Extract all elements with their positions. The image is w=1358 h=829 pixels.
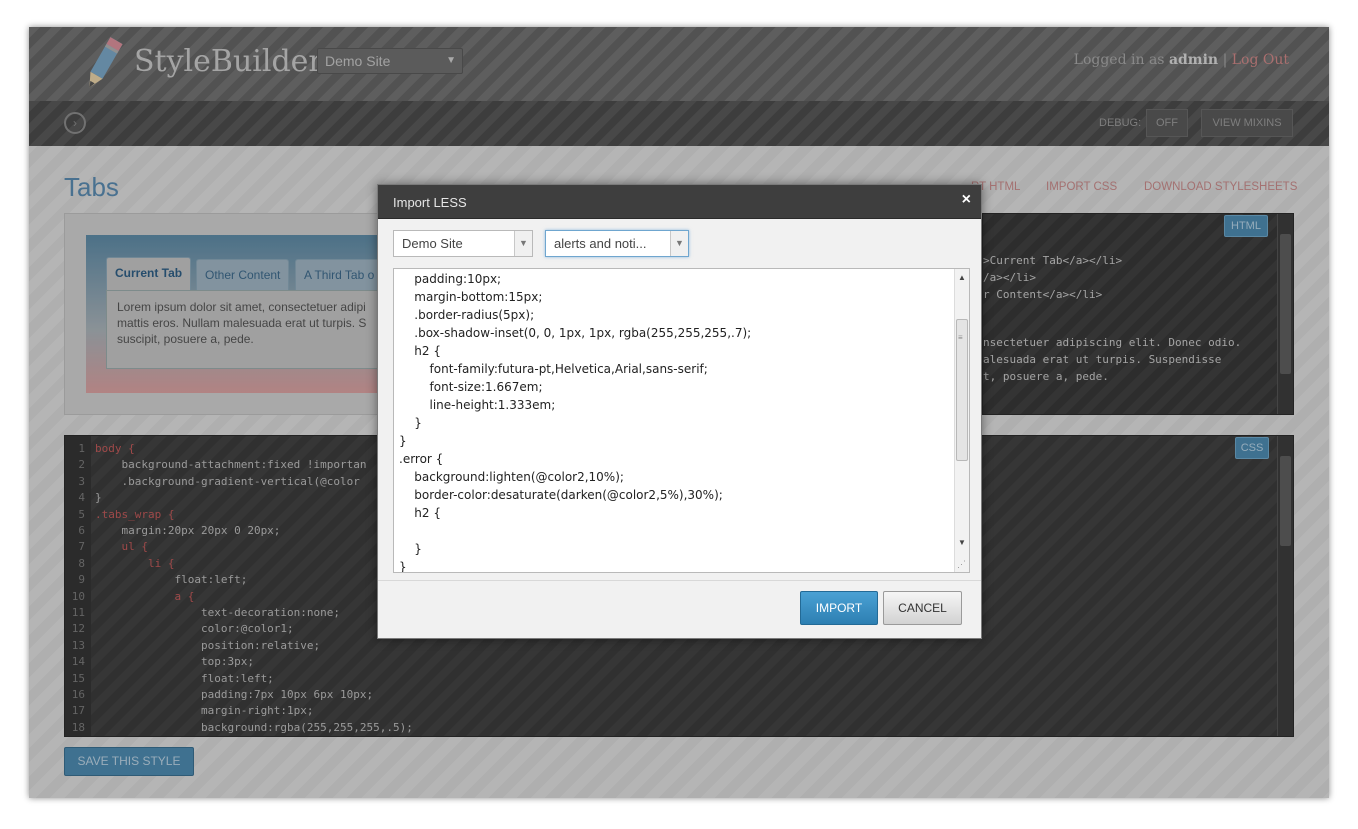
dialog-title: Import LESS <box>393 195 467 210</box>
chevron-down-icon: ▼ <box>514 231 532 256</box>
chevron-down-icon: ▼ <box>670 231 688 256</box>
less-code-line: line-height:1.333em; <box>399 398 556 412</box>
site-dropdown-value: Demo Site <box>402 236 463 251</box>
less-code-line: margin-bottom:15px; <box>399 290 543 304</box>
textarea-scrollbar[interactable]: ▲ ≡ ▼ <box>954 269 969 572</box>
dialog-divider <box>378 580 981 581</box>
less-code-line: } <box>399 434 407 448</box>
scroll-down-icon[interactable]: ▼ <box>955 536 969 550</box>
dialog-header: Import LESS × <box>378 185 981 219</box>
less-code-line: } <box>399 560 407 573</box>
close-icon[interactable]: × <box>962 191 971 209</box>
less-code-line: border-color:desaturate(darken(@color2,5… <box>399 488 723 502</box>
less-code-line: h2 { <box>399 344 441 358</box>
file-dropdown-value: alerts and noti... <box>554 236 647 251</box>
less-code-textarea[interactable]: padding:10px; margin-bottom:15px; .borde… <box>393 268 970 573</box>
less-code-line: font-family:futura-pt,Helvetica,Arial,sa… <box>399 362 708 376</box>
site-dropdown[interactable]: Demo Site ▼ <box>393 230 533 257</box>
import-less-dialog: Import LESS × Demo Site ▼ alerts and not… <box>377 184 982 639</box>
less-code-line: font-size:1.667em; <box>399 380 543 394</box>
cancel-button[interactable]: CANCEL <box>883 591 962 625</box>
less-code-line: } <box>399 542 422 556</box>
less-code-line: .border-radius(5px); <box>399 308 535 322</box>
less-code-line: } <box>399 416 422 430</box>
less-code-line: h2 { <box>399 506 441 520</box>
scroll-up-icon[interactable]: ▲ <box>955 271 969 285</box>
import-button[interactable]: IMPORT <box>800 591 878 625</box>
less-code-line: .box-shadow-inset(0, 0, 1px, 1px, rgba(2… <box>399 326 752 340</box>
less-code-line: .error { <box>399 452 444 466</box>
less-code-line: padding:10px; <box>399 272 502 286</box>
less-code-line: background:lighten(@color2,10%); <box>399 470 624 484</box>
resize-handle-icon[interactable]: ⋰ <box>957 559 966 570</box>
grip-icon: ≡ <box>958 333 963 342</box>
file-dropdown[interactable]: alerts and noti... ▼ <box>545 230 689 257</box>
